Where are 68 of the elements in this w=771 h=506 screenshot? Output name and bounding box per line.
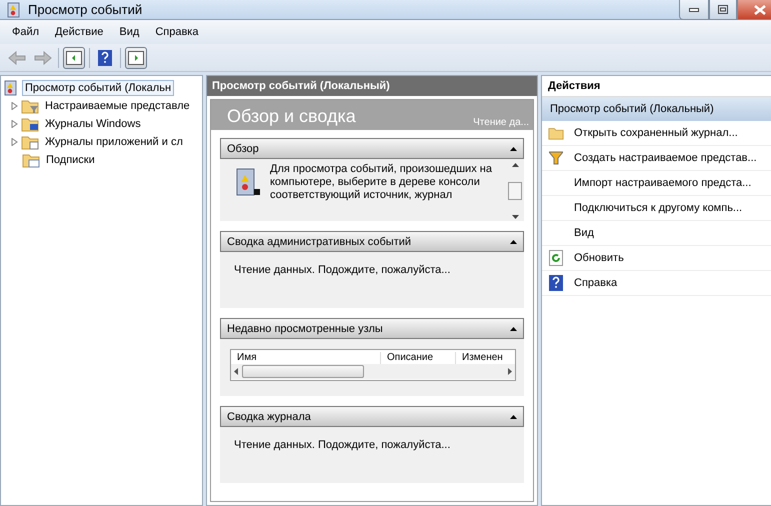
folder-icon xyxy=(21,134,39,150)
tree-item[interactable]: Настраиваемые представле xyxy=(42,98,193,114)
pane-header: Просмотр событий (Локальный) xyxy=(207,76,537,96)
refresh-icon xyxy=(549,250,563,266)
folder-icon xyxy=(548,125,564,141)
scroll-down-icon[interactable] xyxy=(512,215,518,219)
back-arrow-icon xyxy=(8,50,26,64)
scroll-right-icon[interactable] xyxy=(508,368,512,375)
menu-item[interactable]: Справка xyxy=(149,24,204,40)
close-icon xyxy=(754,4,766,14)
action-item[interactable]: Обновить xyxy=(542,246,771,271)
section-header[interactable]: Сводка журнала xyxy=(220,406,524,427)
section-title: Обзор xyxy=(227,142,259,154)
filter-icon xyxy=(549,151,563,165)
action-item[interactable]: Вид xyxy=(542,221,771,246)
expand-icon[interactable] xyxy=(11,102,18,110)
collapse-icon[interactable] xyxy=(510,146,517,150)
section-title: Сводка журнала xyxy=(227,410,311,422)
window-title: Просмотр событий xyxy=(28,2,142,17)
folder-icon xyxy=(21,98,39,114)
pane-icon xyxy=(128,50,144,64)
collapse-icon[interactable] xyxy=(510,326,517,330)
pane-icon xyxy=(66,50,82,64)
section-header[interactable]: Недавно просмотренные узлы xyxy=(220,318,524,339)
event-viewer-icon xyxy=(3,80,19,96)
status-text: Чтение да... xyxy=(473,117,529,130)
app-icon xyxy=(6,2,22,18)
folder-icon xyxy=(21,116,39,132)
forward-arrow-icon xyxy=(34,50,52,64)
section-header[interactable]: Обзор xyxy=(220,138,524,159)
minimize-icon xyxy=(689,8,699,12)
action-item[interactable]: Импорт настраиваемого предста... xyxy=(542,171,771,196)
expand-icon[interactable] xyxy=(11,120,18,128)
overview-text: Для просмотра событий, произошедших на компьютере, выберите в дереве консоли соответствующий источник, журнал xyxy=(270,163,493,203)
loading-text: Чтение данных. Подождите, пожалуйста... xyxy=(234,439,450,453)
section-title: Сводка административных событий xyxy=(227,236,412,248)
collapse-icon[interactable] xyxy=(510,240,517,244)
collapse-icon[interactable] xyxy=(510,414,517,418)
maximize-icon xyxy=(718,5,728,14)
loading-text: Чтение данных. Подождите, пожалуйста... xyxy=(234,264,450,278)
tree-item[interactable]: Журналы Windows xyxy=(42,116,144,132)
action-item[interactable]: Подключиться к другому компь... xyxy=(542,196,771,221)
expand-icon[interactable] xyxy=(11,138,18,146)
section-title: Недавно просмотренные узлы xyxy=(227,322,383,334)
help-icon xyxy=(98,50,112,66)
action-item[interactable]: Справка xyxy=(542,271,771,296)
action-item[interactable]: Создать настраиваемое представ... xyxy=(542,146,771,171)
action-item[interactable]: Открыть сохраненный журнал... xyxy=(542,121,771,146)
tree-item[interactable]: Просмотр событий (Локальн xyxy=(22,80,174,96)
tree-item[interactable]: Журналы приложений и сл xyxy=(42,134,186,150)
menu-item[interactable]: Вид xyxy=(113,24,146,40)
section-header[interactable]: Сводка административных событий xyxy=(220,231,524,252)
menu-item[interactable]: Файл xyxy=(6,24,46,40)
close-button[interactable] xyxy=(737,0,771,20)
scroll-up-icon[interactable] xyxy=(512,163,518,167)
maximize-button[interactable] xyxy=(709,0,737,20)
help-icon xyxy=(549,275,563,291)
tree-item[interactable]: Подписки xyxy=(43,152,98,168)
menu-item[interactable]: Действие xyxy=(49,24,110,40)
scrollbar[interactable] xyxy=(508,163,522,219)
overview-title: Обзор и сводка xyxy=(227,105,356,128)
minimize-button[interactable] xyxy=(679,0,709,20)
toolbar-button[interactable] xyxy=(125,46,147,68)
toolbar-button[interactable] xyxy=(63,46,85,68)
scroll-left-icon[interactable] xyxy=(234,368,238,375)
scrollbar[interactable] xyxy=(231,364,515,379)
actions-group[interactable]: Просмотр событий (Локальный) xyxy=(542,97,771,121)
folder-icon xyxy=(22,152,40,168)
